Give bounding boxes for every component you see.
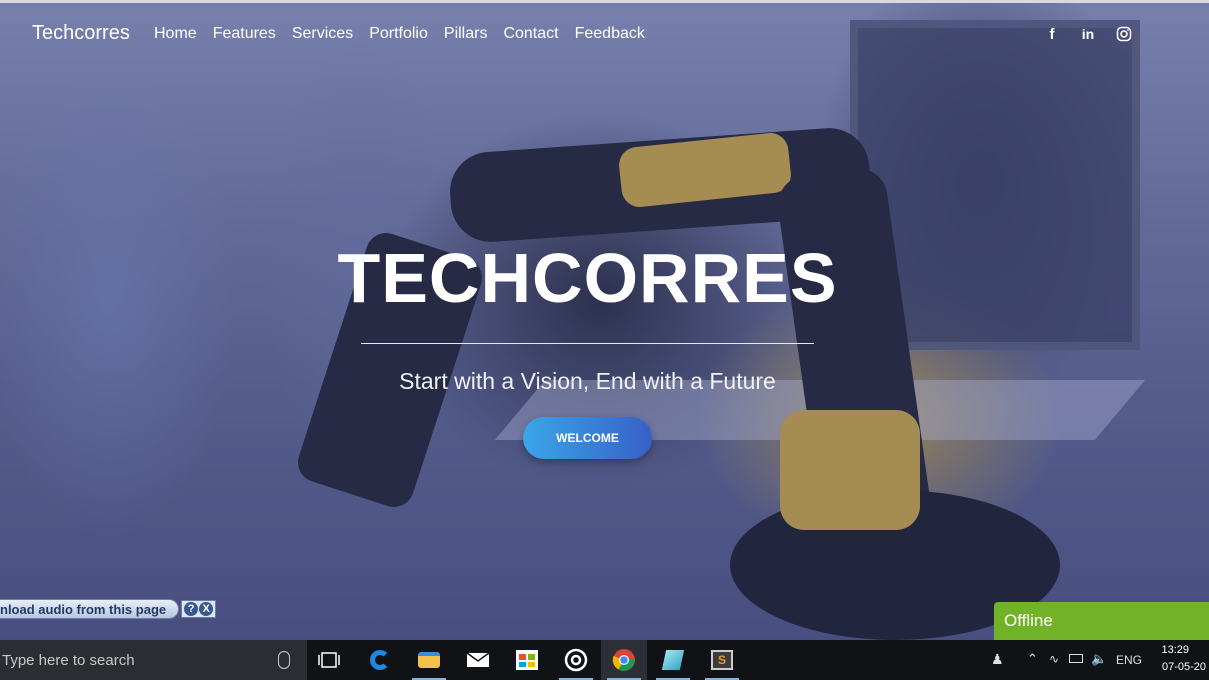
wifi-icon[interactable]: ∿ (1049, 652, 1059, 666)
nav-item-contact[interactable]: Contact (503, 25, 558, 43)
taskbar: Type here to search S ♟ ⌃ ∿ 🔈 ENG 13:29 … (0, 640, 1209, 680)
battery-icon[interactable] (1069, 654, 1083, 663)
audio-bar-controls: ? X (181, 600, 217, 618)
store-icon[interactable] (504, 640, 550, 680)
welcome-button[interactable]: WELCOME (523, 417, 652, 459)
clock-date[interactable]: 07-05-20 (1162, 661, 1209, 673)
nav-item-features[interactable]: Features (213, 25, 276, 43)
nav-item-services[interactable]: Services (292, 25, 353, 43)
microphone-icon[interactable] (278, 651, 290, 669)
nav-item-portfolio[interactable]: Portfolio (369, 25, 428, 43)
people-icon[interactable]: ♟ (991, 651, 1004, 668)
facebook-icon[interactable]: f (1043, 25, 1061, 43)
nav-item-pillars[interactable]: Pillars (444, 25, 488, 43)
hero-subtitle: Start with a Vision, End with a Future (399, 368, 776, 394)
nav-item-home[interactable]: Home (154, 25, 197, 43)
mail-icon[interactable] (455, 640, 501, 680)
window-top-border (0, 0, 1209, 3)
nav-item-feedback[interactable]: Feedback (575, 25, 645, 43)
volume-icon[interactable]: 🔈 (1091, 651, 1107, 667)
close-icon[interactable]: X (199, 602, 214, 616)
hero-overlay (0, 0, 1209, 640)
social-links: f in (1043, 25, 1133, 43)
nav-menu: Home Features Services Portfolio Pillars… (154, 25, 645, 43)
taskbar-search-input[interactable]: Type here to search (0, 640, 307, 680)
language-indicator[interactable]: ENG (1116, 653, 1142, 667)
clock-time[interactable]: 13:29 (1161, 644, 1189, 656)
hero-section (0, 0, 1209, 640)
file-explorer-icon[interactable] (406, 640, 452, 680)
linkedin-icon[interactable]: in (1079, 25, 1097, 43)
task-view-icon[interactable] (306, 640, 352, 680)
instagram-icon[interactable] (1115, 25, 1133, 43)
app-icon[interactable] (650, 640, 696, 680)
brand-logo[interactable]: Techcorres (32, 22, 130, 45)
audio-download-bar: nload audio from this page ? X (0, 598, 217, 620)
navbar: Techcorres Home Features Services Portfo… (0, 18, 1209, 52)
help-icon[interactable]: ? (184, 602, 199, 616)
hero-title: TECHCORRES (337, 239, 838, 317)
offline-status-badge[interactable]: Offline (994, 602, 1209, 640)
edge-icon[interactable] (357, 640, 403, 680)
chevron-up-icon[interactable]: ⌃ (1027, 651, 1038, 667)
hero-divider (361, 343, 814, 344)
chrome-icon[interactable] (601, 640, 647, 680)
sublime-icon[interactable]: S (699, 640, 745, 680)
download-audio-link[interactable]: nload audio from this page (0, 599, 180, 619)
media-player-icon[interactable] (553, 640, 599, 680)
